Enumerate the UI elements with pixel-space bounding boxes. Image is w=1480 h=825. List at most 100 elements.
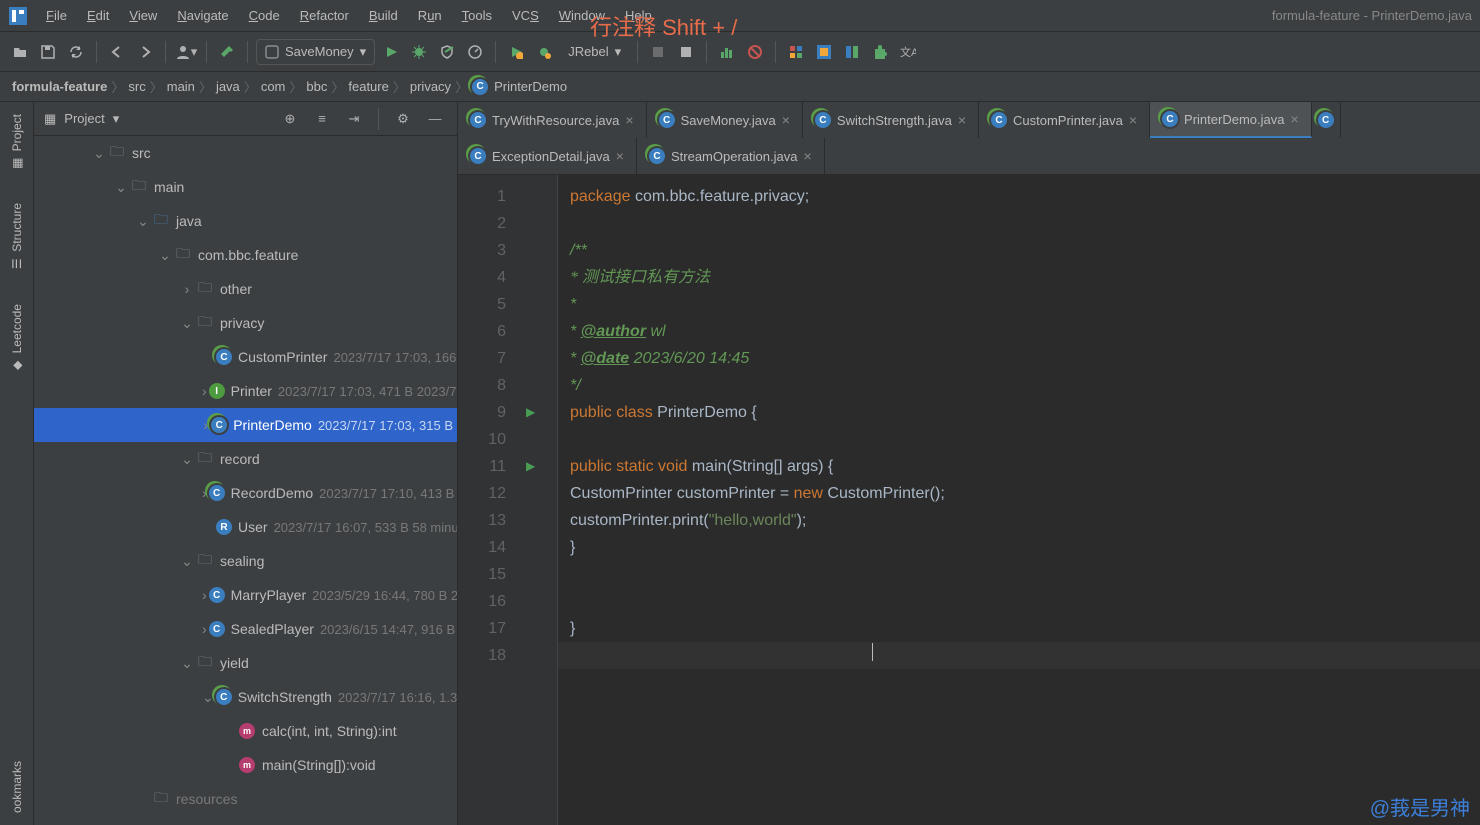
tree-printerdemo[interactable]: ›CPrinterDemo2023/7/17 17:03, 315 B [34, 408, 457, 442]
expand-icon[interactable]: ≡ [310, 107, 334, 131]
menu-file[interactable]: File [38, 4, 75, 27]
collapse-icon[interactable]: ⇥ [342, 107, 366, 131]
jrebel-debug-icon[interactable] [532, 40, 556, 64]
chart-icon[interactable] [715, 40, 739, 64]
tree-java[interactable]: ⌄🗀java [34, 204, 457, 238]
tree-privacy[interactable]: ⌄🗀privacy [34, 306, 457, 340]
run-config-select[interactable]: SaveMoney ▾ [256, 39, 375, 65]
hammer-icon[interactable] [215, 40, 239, 64]
tab-trywithresource[interactable]: CTryWithResource.java× [458, 102, 647, 138]
hide-icon[interactable]: — [423, 107, 447, 131]
crumb-src[interactable]: src [128, 79, 145, 94]
tree-customprinter[interactable]: CCustomPrinter2023/7/17 17:03, 166 [34, 340, 457, 374]
code-editor[interactable]: 123456789101112131415161718 ▶ ▶ package … [458, 175, 1480, 825]
crumb-file[interactable]: PrinterDemo [494, 79, 567, 94]
gear-icon[interactable]: ⚙ [391, 107, 415, 131]
tab-customprinter[interactable]: CCustomPrinter.java× [979, 102, 1150, 138]
tree-yield[interactable]: ⌄🗀yield [34, 646, 457, 680]
jrebel-label[interactable]: JRebel ▾ [560, 39, 629, 65]
save-icon[interactable] [36, 40, 60, 64]
crumb-feature[interactable]: feature [348, 79, 388, 94]
tab-switchstrength[interactable]: CSwitchStrength.java× [803, 102, 979, 138]
sidebar-title[interactable]: Project [64, 111, 104, 126]
open-icon[interactable] [8, 40, 32, 64]
tree-marryplayer[interactable]: ›CMarryPlayer2023/5/29 16:44, 780 B 2 [34, 578, 457, 612]
puzzle-icon[interactable] [868, 40, 892, 64]
ide-logo-icon [8, 6, 28, 26]
project-dropdown-icon[interactable]: ▦ [44, 111, 56, 127]
menu-refactor[interactable]: Refactor [292, 4, 357, 27]
stop-icon[interactable] [674, 40, 698, 64]
tree-sealing[interactable]: ⌄🗀sealing [34, 544, 457, 578]
menu-run[interactable]: Run [410, 4, 450, 27]
avatar-icon[interactable]: ▾ [174, 40, 198, 64]
rail-bookmarks[interactable]: ookmarks [8, 757, 26, 817]
tree-main[interactable]: ⌄🗀main [34, 170, 457, 204]
tree-main-method[interactable]: mmain(String[]):void [34, 748, 457, 782]
code-content[interactable]: package com.bbc.feature.privacy; /** * 测… [558, 175, 1480, 825]
coverage-icon[interactable] [435, 40, 459, 64]
tree-src[interactable]: ⌄🗀src [34, 136, 457, 170]
menu-navigate[interactable]: Navigate [169, 4, 236, 27]
target-icon[interactable]: ⊕ [278, 107, 302, 131]
tree-record[interactable]: ⌄🗀record [34, 442, 457, 476]
forward-icon[interactable] [133, 40, 157, 64]
tab-savemoney[interactable]: CSaveMoney.java× [647, 102, 803, 138]
stop-dim-icon[interactable] [646, 40, 670, 64]
tree-printer[interactable]: ›IPrinter2023/7/17 17:03, 471 B 2023/7 [34, 374, 457, 408]
menu-edit[interactable]: Edit [79, 4, 117, 27]
profile-icon[interactable] [463, 40, 487, 64]
tree-package[interactable]: ⌄🗀com.bbc.feature [34, 238, 457, 272]
grid2-icon[interactable] [812, 40, 836, 64]
close-icon[interactable]: × [616, 148, 624, 164]
tree-recorddemo[interactable]: ›CRecordDemo2023/7/17 17:10, 413 B [34, 476, 457, 510]
run-gutter-icon[interactable]: ▶ [526, 399, 535, 426]
rail-leetcode[interactable]: ◆Leetcode [7, 300, 27, 377]
tab-printerdemo[interactable]: CPrinterDemo.java× [1150, 102, 1312, 138]
crumb-com[interactable]: com [261, 79, 286, 94]
crumb-bbc[interactable]: bbc [306, 79, 327, 94]
tab-exceptiondetail[interactable]: CExceptionDetail.java× [458, 138, 637, 174]
rail-project[interactable]: ▦Project [7, 110, 27, 175]
run-gutter-icon[interactable]: ▶ [526, 453, 535, 480]
translate-icon[interactable]: 文A [896, 40, 920, 64]
close-icon[interactable]: × [803, 148, 811, 164]
crumb-main[interactable]: main [167, 79, 195, 94]
rail-structure[interactable]: ☰Structure [7, 199, 27, 276]
grid3-icon[interactable] [840, 40, 864, 64]
grid1-icon[interactable] [784, 40, 808, 64]
tree-resources[interactable]: 🗀resources [34, 782, 457, 816]
menu-vcs[interactable]: VCS [504, 4, 547, 27]
menu-view[interactable]: View [121, 4, 165, 27]
tree-calc[interactable]: mcalc(int, int, String):int [34, 714, 457, 748]
back-icon[interactable] [105, 40, 129, 64]
tab-streamoperation[interactable]: CStreamOperation.java× [637, 138, 825, 174]
run-config-label: SaveMoney [285, 44, 354, 59]
crumb-project[interactable]: formula-feature [12, 79, 107, 94]
close-icon[interactable]: × [1129, 112, 1137, 128]
close-icon[interactable]: × [958, 112, 966, 128]
close-icon[interactable]: × [782, 112, 790, 128]
menu-build[interactable]: Build [361, 4, 406, 27]
crumb-privacy[interactable]: privacy [410, 79, 451, 94]
crumb-java[interactable]: java [216, 79, 240, 94]
no-entry-icon[interactable] [743, 40, 767, 64]
tree-switchstrength[interactable]: ⌄CSwitchStrength2023/7/17 16:16, 1.3 [34, 680, 457, 714]
menu-tools[interactable]: Tools [454, 4, 500, 27]
leetcode-icon: ◆ [9, 357, 25, 373]
debug-icon[interactable] [407, 40, 431, 64]
tree-user[interactable]: RUser2023/7/17 16:07, 533 B 58 minute [34, 510, 457, 544]
tree-sealedplayer[interactable]: ›CSealedPlayer2023/6/15 14:47, 916 B [34, 612, 457, 646]
close-icon[interactable]: × [625, 112, 633, 128]
tree-other[interactable]: ›🗀other [34, 272, 457, 306]
jrebel-run-icon[interactable] [504, 40, 528, 64]
record-icon: R [216, 518, 232, 536]
tab-more[interactable]: C [1312, 102, 1341, 138]
chevron-down-icon[interactable]: ▾ [113, 111, 120, 127]
run-icon[interactable] [379, 40, 403, 64]
class-icon: C [1162, 111, 1178, 127]
sync-icon[interactable] [64, 40, 88, 64]
editor-tabs: CTryWithResource.java× CSaveMoney.java× … [458, 102, 1480, 175]
close-icon[interactable]: × [1290, 111, 1298, 127]
menu-code[interactable]: Code [241, 4, 288, 27]
